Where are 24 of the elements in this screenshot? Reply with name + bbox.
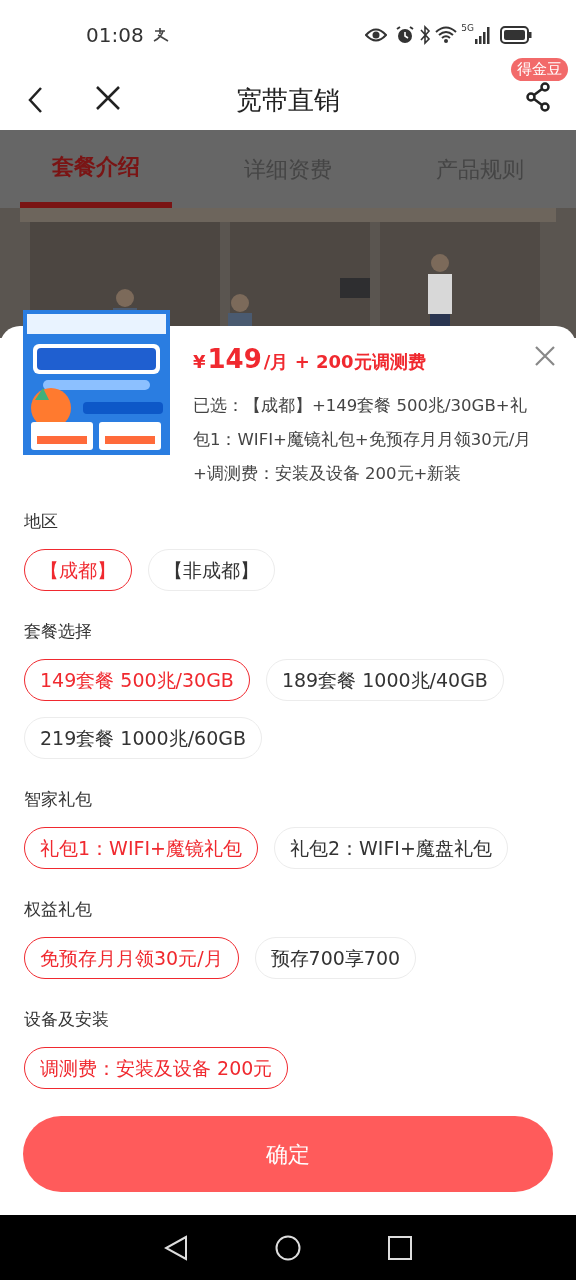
back-icon[interactable] — [27, 86, 43, 114]
section-title: 地区 — [24, 510, 59, 533]
recents-icon[interactable] — [388, 1235, 413, 1260]
coin-badge: 得金豆 — [511, 58, 568, 81]
notification-icon — [151, 27, 170, 43]
selection-summary: 已选：【成都】+149套餐 500兆/30GB+礼包1：WIFI+魔镜礼包+免预存月月领30元/月+调测费：安装及设备 200元+新装 — [193, 395, 533, 485]
bluetooth-icon — [419, 25, 432, 45]
price-text: ¥149/月 + 200元调测费 — [193, 343, 426, 376]
section-title: 智家礼包 — [24, 788, 93, 811]
status-time: 01:08 — [86, 22, 144, 49]
share-icon[interactable] — [525, 82, 553, 112]
eye-icon — [365, 28, 388, 42]
section-title: 权益礼包 — [24, 898, 93, 921]
home-icon[interactable] — [275, 1234, 301, 1261]
confirm-button[interactable]: 确定 — [23, 1116, 553, 1192]
section-title: 设备及安装 — [24, 1008, 110, 1031]
section-title: 套餐选择 — [24, 620, 93, 643]
close-icon[interactable] — [95, 85, 121, 111]
network-label: 5G — [461, 22, 474, 35]
page-title: 宽带直销 — [236, 83, 340, 117]
alarm-icon — [395, 25, 416, 45]
battery-icon — [500, 26, 532, 44]
signal-icon — [474, 26, 492, 44]
wifi-icon — [435, 26, 458, 44]
